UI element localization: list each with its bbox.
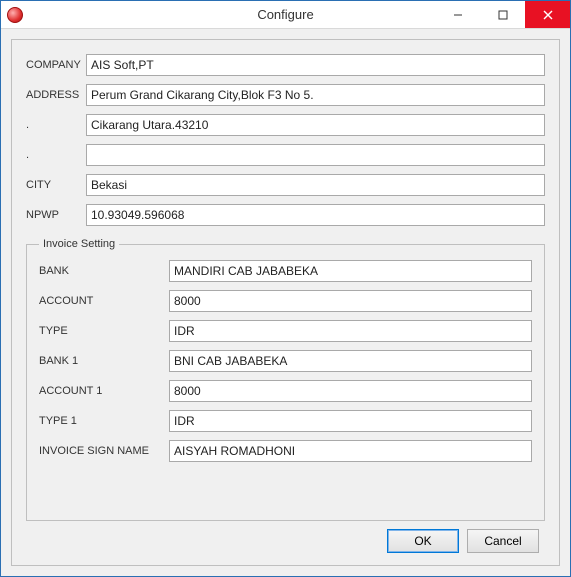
address3-input[interactable] [86,144,545,166]
maximize-button[interactable] [480,1,525,28]
city-label: CITY [26,179,86,191]
bank1-label: BANK 1 [39,355,169,367]
type1-input[interactable] [169,410,532,432]
configure-window: Configure COMPANY ADDRESS . [0,0,571,577]
button-bar: OK Cancel [26,521,545,555]
bank-input[interactable] [169,260,532,282]
bank1-input[interactable] [169,350,532,372]
cancel-button[interactable]: Cancel [467,529,539,553]
close-icon [543,10,553,20]
close-button[interactable] [525,1,570,28]
invoice-legend: Invoice Setting [39,238,119,250]
ok-button[interactable]: OK [387,529,459,553]
address3-label: . [26,149,86,161]
main-panel: COMPANY ADDRESS . . CITY NPWP [11,39,560,566]
maximize-icon [498,10,508,20]
invoice-sign-label: INVOICE SIGN NAME [39,445,169,457]
invoice-sign-input[interactable] [169,440,532,462]
invoice-setting-group: Invoice Setting BANK ACCOUNT TYPE BANK 1 [26,238,545,521]
type-label: TYPE [39,325,169,337]
minimize-icon [453,10,463,20]
type-input[interactable] [169,320,532,342]
city-input[interactable] [86,174,545,196]
app-icon [7,7,23,23]
address2-label: . [26,119,86,131]
account1-label: ACCOUNT 1 [39,385,169,397]
company-input[interactable] [86,54,545,76]
window-controls [435,1,570,28]
address-input[interactable] [86,84,545,106]
npwp-input[interactable] [86,204,545,226]
company-label: COMPANY [26,59,86,71]
type1-label: TYPE 1 [39,415,169,427]
minimize-button[interactable] [435,1,480,28]
client-area: COMPANY ADDRESS . . CITY NPWP [1,29,570,576]
address-label: ADDRESS [26,89,86,101]
titlebar: Configure [1,1,570,29]
npwp-label: NPWP [26,209,86,221]
bank-label: BANK [39,265,169,277]
account-input[interactable] [169,290,532,312]
address2-input[interactable] [86,114,545,136]
account1-input[interactable] [169,380,532,402]
account-label: ACCOUNT [39,295,169,307]
